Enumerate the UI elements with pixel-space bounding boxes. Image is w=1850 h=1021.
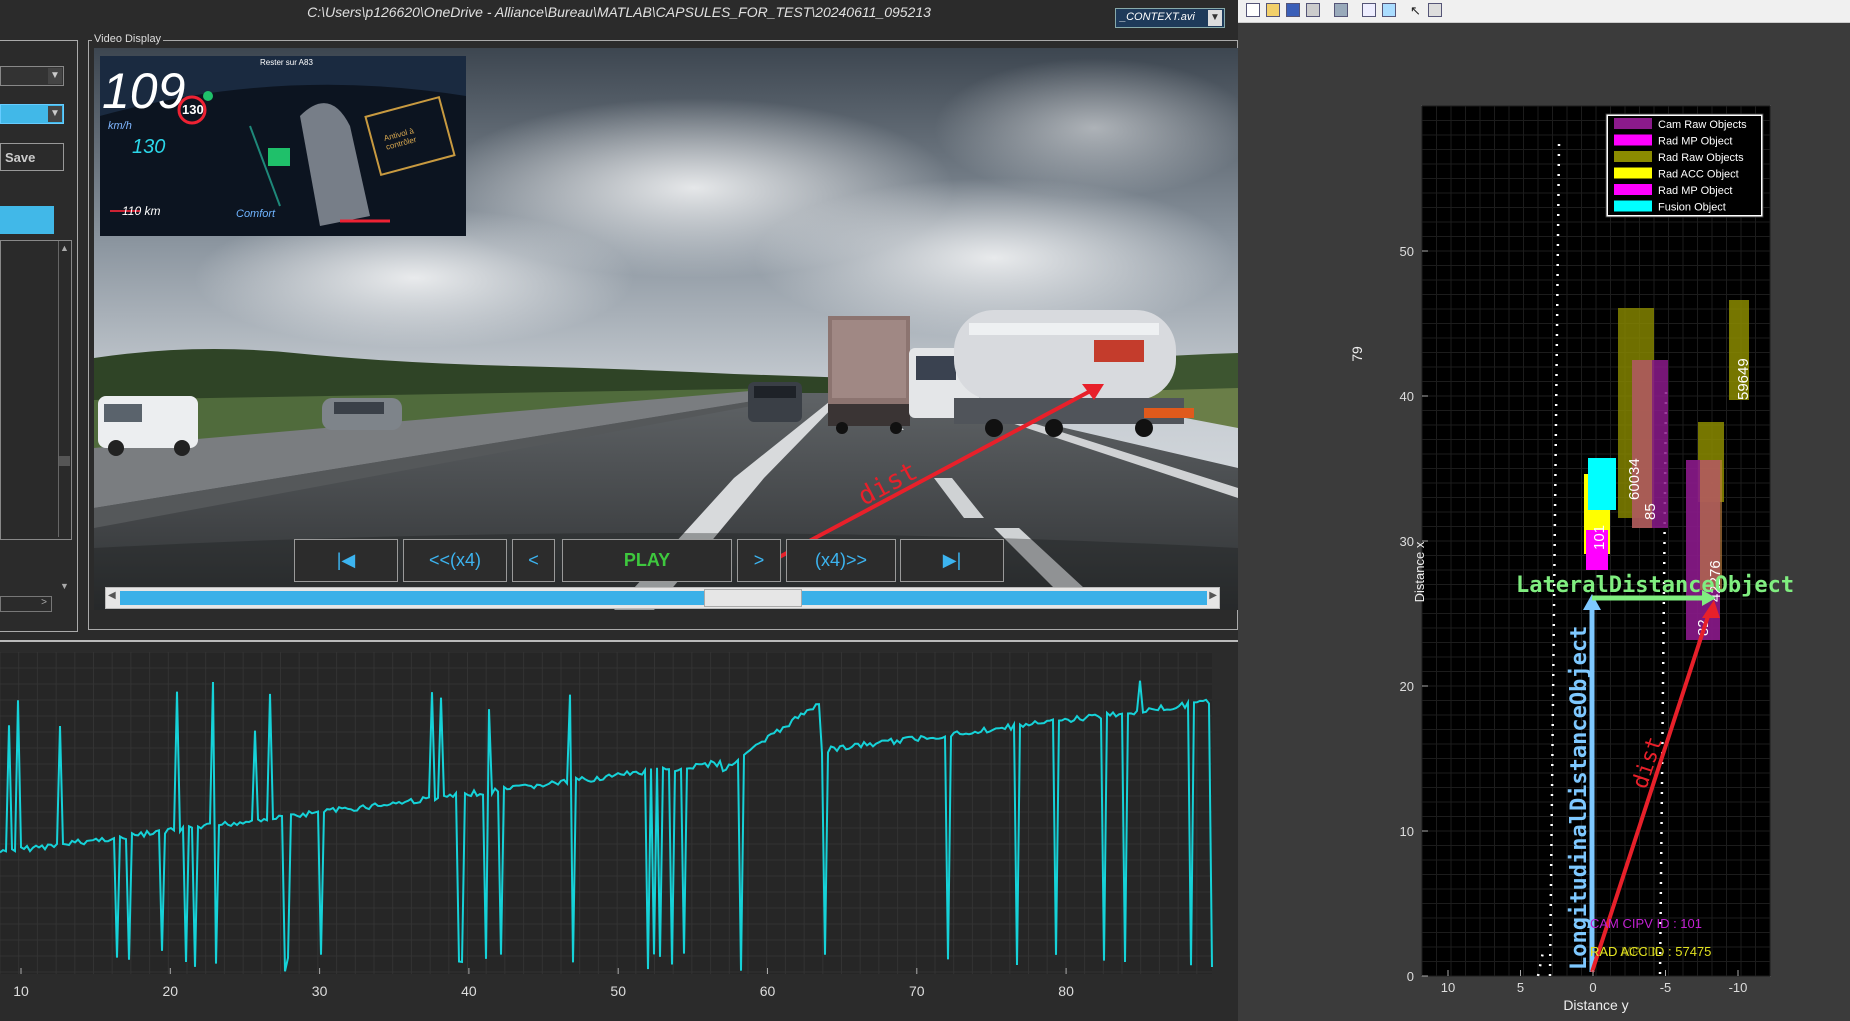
object-id-59649: 59649 [1735,358,1752,400]
x-axis-label: Distance x [1412,541,1427,602]
fusion-object [1588,458,1616,510]
y-tick: -5 [1660,980,1672,995]
dashboard-inset: 109 km/h 130 130 110 km Comfort Rester s… [100,56,466,236]
signal-x-tick: 70 [909,983,925,999]
longitudinal-label: LongitudinalDistanceObject [1567,626,1592,970]
signal-x-tick: 60 [760,983,776,999]
object-figure-window: ↖ 60034 85 59649 42276 82 101 Later [1238,0,1850,1021]
dash-speed: 109 [102,63,186,119]
window-title: C:\Users\p126620\OneDrive - Alliance\Bur… [307,4,931,20]
chevron-down-icon[interactable]: ▼ [48,68,62,84]
property-inspector-icon[interactable] [1428,3,1442,17]
legend-swatch [1614,118,1652,129]
new-figure-icon[interactable] [1246,3,1260,17]
slider-track [120,591,1207,605]
side-number: 79 [1349,346,1365,362]
divider [0,640,1238,642]
dropdown-1[interactable]: ▼ [0,66,64,86]
open-folder-icon[interactable] [1266,3,1280,17]
y-tick: 0 [1589,980,1596,995]
play-button[interactable]: PLAY [562,539,732,582]
x-tick: 10 [1400,824,1414,839]
x-tick: 40 [1400,389,1414,404]
print-preview-icon[interactable] [1334,3,1348,17]
legend-label: Rad Raw Objects [1658,152,1744,164]
dash-nav-text: Rester sur A83 [260,58,313,67]
main-app-panel: C:\Users\p126620\OneDrive - Alliance\Bur… [0,0,1238,1021]
chevron-down-icon[interactable]: ▼ [1208,10,1222,26]
object-id-101: 101 [1591,525,1608,550]
step-back-button[interactable]: < [512,539,555,582]
legend-swatch [1614,134,1652,146]
rewind-x4-button[interactable]: <<(x4) [403,539,507,582]
lateral-label: LateralDistanceObject [1516,573,1794,598]
listbox-hscroll[interactable]: > [0,596,52,612]
save-icon[interactable] [1286,3,1300,17]
legend-swatch [1614,151,1652,162]
dash-speed-unit: km/h [108,120,132,132]
rad-mp-text: RAD MP ID : [1590,944,1664,959]
dash-range: 110 km [122,204,161,218]
chevron-down-icon[interactable]: ▼ [48,106,62,122]
scroll-up-icon[interactable]: ▲ [60,243,69,253]
legend-label: Rad MP Object [1658,136,1732,148]
signal-x-tick: 20 [163,983,179,999]
x-tick: 0 [1407,969,1414,984]
signal-x-tick: 80 [1058,983,1074,999]
figure-palette-icon[interactable] [1382,3,1396,17]
y-tick: 5 [1517,980,1524,995]
slider-thumb[interactable] [703,589,802,607]
dropdown-2[interactable]: ▼ [0,104,64,124]
video-file-value: _CONTEXT.avi [1120,11,1195,23]
signal-x-tick: 30 [312,983,328,999]
pointer-icon[interactable]: ↖ [1410,3,1424,18]
overlap-object [1632,360,1652,528]
legend-swatch [1614,200,1652,212]
slider-left-icon[interactable]: ◀ [108,590,116,601]
object-id-60034: 60034 [1626,458,1643,500]
save-button[interactable]: Save [0,143,64,171]
signal-x-tick: 10 [13,983,29,999]
legend-label: Cam Raw Objects [1658,119,1747,131]
object-plot: 60034 85 59649 42276 82 101 LateralDista… [1349,105,1794,1013]
cam-cipv-text: CAM CIPV ID : 101 [1590,916,1702,931]
x-tick: 50 [1400,244,1414,259]
channel-listbox[interactable]: ▲ ▼ [0,240,72,591]
skip-end-button[interactable]: ▶| [900,539,1004,582]
listbox-scrollbar[interactable]: ▲ ▼ [58,241,71,591]
video-file-select[interactable]: _CONTEXT.avi ▼ [1115,8,1225,28]
signal-plot: 10 20 30 40 50 60 70 80 [0,652,1213,999]
legend-label: Rad MP Object [1658,185,1732,197]
legend-swatch [1614,184,1652,195]
figure-toolbar: ↖ [1238,0,1850,23]
y-axis-label: Distance y [1563,997,1628,1013]
y-tick: -10 [1729,980,1748,995]
object-id-85: 85 [1642,503,1659,520]
playback-slider[interactable]: ◀ ▶ [105,587,1220,609]
legend-swatch [1614,167,1652,179]
dash-limit: 130 [182,102,204,117]
signal-x-tick: 50 [610,983,626,999]
video-display-label: Video Display [92,33,164,45]
slider-right-icon[interactable]: ▶ [1209,590,1217,601]
link-plot-icon[interactable] [1362,3,1376,17]
skip-start-button[interactable]: |◀ [294,539,398,582]
dash-set-speed: 130 [132,136,166,158]
scroll-down-icon[interactable]: ▼ [60,581,69,591]
signal-x-tick: 40 [461,983,477,999]
x-tick: 20 [1400,679,1414,694]
step-forward-button[interactable]: > [737,539,781,582]
action-button[interactable] [0,206,54,234]
print-icon[interactable] [1306,3,1320,17]
scroll-thumb[interactable] [59,456,70,466]
scroll-right-icon[interactable]: > [41,597,47,608]
legend-label: Rad ACC Object [1658,169,1739,181]
dash-mode: Comfort [236,208,276,220]
forward-x4-button[interactable]: (x4)>> [786,539,896,582]
legend-label: Fusion Object [1658,202,1726,214]
y-tick: 10 [1441,980,1455,995]
